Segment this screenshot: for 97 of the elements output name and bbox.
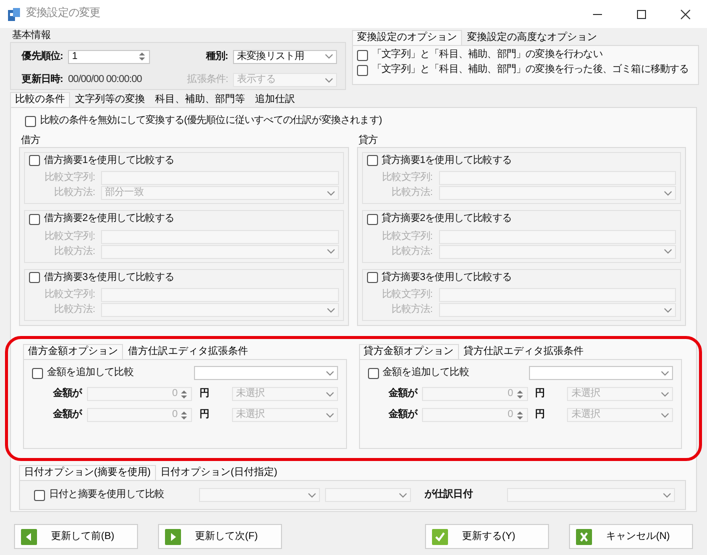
- timestamp: 00/00/00 00:00:00: [68, 74, 143, 86]
- tab[interactable]: 貸方金額オプション: [358, 344, 458, 359]
- tab[interactable]: 科目、補助、部門等: [150, 92, 250, 107]
- caret-icon: [399, 492, 408, 498]
- group-title: 貸方: [358, 134, 379, 146]
- tab[interactable]: 借方金額オプション: [23, 344, 123, 359]
- field-label: 比較文字列:: [44, 289, 95, 301]
- unit-label: 円: [534, 409, 544, 421]
- close-icon: [680, 8, 690, 20]
- field-label: 優先順位:: [20, 50, 63, 63]
- checkbox[interactable]: 貸方摘要1を使用して比較する: [366, 154, 512, 166]
- spin-buttons-icon[interactable]: [180, 410, 188, 420]
- caret-icon: [664, 249, 672, 254]
- caret-icon: [663, 492, 671, 498]
- group-title: 借方: [20, 134, 42, 146]
- field-label: 比較方法:: [53, 246, 95, 258]
- caret-icon: [308, 492, 316, 498]
- dropdown[interactable]: [438, 186, 676, 200]
- checkbox[interactable]: 借方摘要2を使用して比較する: [29, 213, 174, 225]
- checkbox[interactable]: 貸方摘要2を使用して比較する: [366, 213, 512, 225]
- checkbox[interactable]: 「文字列」と「科目、補助、部門」の変換を行った後、ゴミ箱に移動する: [357, 64, 694, 76]
- unit-label: 円: [199, 388, 209, 400]
- checkbox[interactable]: 貸方摘要3を使用して比較する: [366, 272, 512, 284]
- dropdown[interactable]: [324, 488, 412, 502]
- tab[interactable]: 文字列等の変換: [70, 92, 150, 107]
- caret-icon: [326, 190, 334, 196]
- number-field[interactable]: 1: [68, 50, 150, 64]
- caret-icon: [664, 190, 672, 196]
- field-label: 金額が: [387, 409, 418, 421]
- unit-label: 円: [534, 388, 544, 400]
- field-label: 更新日時:: [20, 74, 63, 86]
- field-label: 比較方法:: [53, 304, 95, 316]
- caret-icon: [325, 78, 333, 83]
- caret-icon: [326, 308, 334, 312]
- check-icon: [432, 528, 448, 544]
- tab[interactable]: 比較の条件: [10, 92, 70, 107]
- caret-icon: [326, 392, 334, 396]
- dropdown[interactable]: [194, 366, 338, 380]
- checkbox[interactable]: 比較の条件を無効にして変換する(優先順位に従いすべての仕訳が変換されます): [25, 115, 382, 127]
- tab[interactable]: 日付オプション(摘要を使用): [19, 465, 156, 480]
- spin-buttons-icon[interactable]: [516, 410, 524, 420]
- checkbox[interactable]: 「文字列」と「科目、補助、部門」の変換を行わない: [357, 49, 694, 61]
- app-icon: [8, 8, 20, 20]
- field-label: 金額が: [52, 409, 82, 421]
- field-label: 金額が: [387, 388, 418, 400]
- field-label: 比較文字列:: [44, 172, 95, 184]
- dropdown[interactable]: [438, 244, 676, 258]
- field-label: 比較方法:: [390, 187, 432, 199]
- checkbox[interactable]: 金額を追加して比較: [32, 367, 134, 379]
- tab[interactable]: 変換設定のオプション: [352, 30, 462, 45]
- dropdown[interactable]: [507, 488, 675, 502]
- field-label: 金額が: [52, 388, 82, 400]
- spin-buttons-icon[interactable]: [180, 388, 188, 400]
- caret-icon: [664, 308, 672, 312]
- field-label: 比較文字列:: [44, 230, 95, 242]
- field-label: 拡張条件:: [186, 74, 228, 86]
- checkbox[interactable]: 借方摘要1を使用して比較する: [29, 154, 174, 166]
- caret-icon: [326, 412, 334, 418]
- spin-buttons-icon[interactable]: [516, 388, 524, 400]
- spin-buttons-icon[interactable]: [138, 51, 146, 62]
- field-label: 種別:: [204, 50, 228, 63]
- group-title: 基本情報: [11, 30, 52, 42]
- dropdown[interactable]: 未変換リスト用: [233, 50, 337, 64]
- button[interactable]: 更新して前(B): [14, 524, 138, 549]
- caret-icon: [661, 370, 669, 376]
- button[interactable]: 更新する(Y): [425, 524, 549, 549]
- field-label: 比較文字列:: [381, 230, 432, 242]
- tab[interactable]: 変換設定の高度なオプション: [462, 30, 602, 45]
- maximize-icon: [636, 8, 646, 20]
- field-label: 比較文字列:: [381, 172, 432, 184]
- tab[interactable]: 借方仕訳エディタ拡張条件: [123, 344, 253, 359]
- tab[interactable]: 日付オプション(日付指定): [156, 465, 282, 480]
- tab[interactable]: 貸方仕訳エディタ拡張条件: [458, 344, 588, 359]
- caret-icon: [661, 412, 670, 418]
- button[interactable]: キャンセル(N): [569, 524, 693, 549]
- field-label: が仕訳日付: [424, 489, 472, 501]
- caret-icon: [661, 392, 670, 396]
- dropdown[interactable]: [529, 366, 673, 380]
- dropdown[interactable]: [101, 244, 338, 258]
- caret-icon: [326, 249, 334, 254]
- field-label: 比較方法:: [53, 187, 95, 199]
- dropdown[interactable]: [101, 303, 338, 317]
- window-title: 変換設定の変更: [26, 7, 100, 21]
- field-label: 比較方法:: [390, 246, 432, 258]
- cross-icon: [576, 528, 592, 544]
- checkbox[interactable]: 日付と摘要を使用して比較: [34, 489, 164, 501]
- tab[interactable]: 追加仕訳: [250, 92, 300, 107]
- checkbox[interactable]: 借方摘要3を使用して比較する: [29, 272, 174, 284]
- checkbox[interactable]: 金額を追加して比較: [368, 367, 469, 379]
- dropdown[interactable]: [199, 488, 320, 502]
- unit-label: 円: [199, 409, 209, 421]
- field-label: 比較方法:: [390, 304, 432, 316]
- caret-icon: [326, 370, 334, 376]
- dropdown[interactable]: [438, 303, 676, 317]
- button[interactable]: 更新して次(F): [158, 524, 282, 549]
- field-label: 比較文字列:: [381, 289, 432, 301]
- caret-icon: [325, 54, 333, 60]
